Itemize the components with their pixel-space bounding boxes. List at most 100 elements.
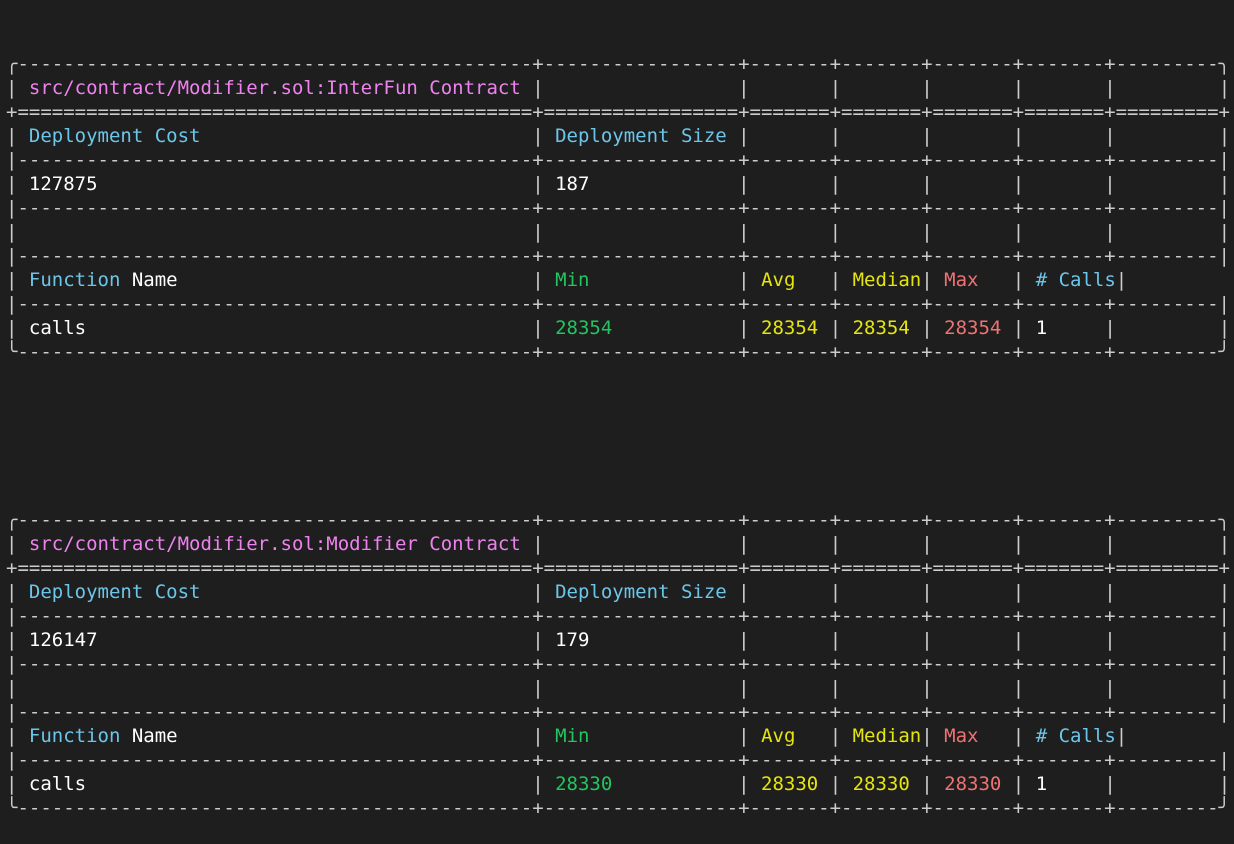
contract-title: src/contract/Modifier.sol:Modifier Contr… — [28, 533, 521, 555]
table-border — [853, 125, 922, 147]
calls-header: # Calls — [1035, 269, 1116, 291]
table-border — [120, 725, 131, 747]
gas-report-table: ╭---------------------------------------… — [6, 52, 1234, 364]
table-border: |---------------------------------------… — [6, 293, 1230, 315]
table-border: | — [829, 677, 853, 699]
table-border — [761, 581, 830, 603]
table-border: | — [1012, 269, 1036, 291]
table-border: | — [921, 677, 945, 699]
table-border: | — [532, 581, 556, 603]
table-border: | — [921, 125, 945, 147]
table-border: | — [1104, 125, 1128, 147]
table-border — [761, 629, 830, 651]
table-border: | — [6, 581, 29, 603]
function-name: calls — [28, 773, 87, 795]
title-row: | src/contract/Modifier.sol:Modifier Con… — [6, 532, 1234, 556]
table-border — [944, 677, 1013, 699]
table-border: ╭---------------------------------------… — [6, 509, 1230, 531]
table-border — [853, 173, 922, 195]
calls-header: # Calls — [1035, 725, 1116, 747]
table-border: | — [1012, 677, 1036, 699]
deployment-cost-header: Deployment Cost — [28, 125, 201, 147]
table-border: | — [532, 677, 556, 699]
min-header: Min — [555, 725, 590, 747]
table-border — [612, 317, 738, 339]
table-border — [761, 221, 830, 243]
table-border: | — [921, 269, 945, 291]
table-border: | — [1115, 725, 1139, 747]
table-border — [521, 533, 532, 555]
table-border: | — [738, 77, 762, 99]
table-border: | — [6, 629, 29, 651]
table-border: | — [738, 773, 762, 795]
deployment-size-header: Deployment Size — [555, 125, 727, 147]
table-border: |---------------------------------------… — [6, 245, 1230, 267]
table-border: | — [6, 77, 29, 99]
table-border: | — [829, 773, 853, 795]
deployment-header-row: | Deployment Cost | Deployment Size | | … — [6, 124, 1234, 148]
min-value: 28354 — [555, 317, 613, 339]
table-border — [944, 125, 1013, 147]
table-border — [727, 581, 738, 603]
table-border — [1036, 173, 1105, 195]
table-border — [727, 125, 738, 147]
table-border: |---------------------------------------… — [6, 749, 1230, 771]
table-border: | — [532, 533, 556, 555]
table-border: | — [1218, 317, 1231, 339]
table-border: | — [738, 173, 762, 195]
table-border: | — [532, 125, 556, 147]
deployment-value-row: | 127875 | 187 | | | | | | — [6, 172, 1234, 196]
table-border — [944, 533, 1013, 555]
table-border — [944, 173, 1013, 195]
table-border: | — [738, 725, 762, 747]
table-border: | — [1115, 269, 1139, 291]
table-border — [761, 677, 830, 699]
deployment-header-row: | Deployment Cost | Deployment Size | | … — [6, 580, 1234, 604]
table-border: | — [1104, 317, 1128, 339]
table-border — [1127, 125, 1219, 147]
table-border: | — [6, 533, 29, 555]
function-header: Function — [28, 725, 121, 747]
table-border — [853, 677, 922, 699]
table-border — [853, 629, 922, 651]
table-border — [29, 221, 532, 243]
table-border — [120, 269, 131, 291]
table-border: | — [6, 677, 29, 699]
table-border: | — [1218, 581, 1231, 603]
calls-value: 1 — [1035, 773, 1048, 795]
max-header: Max — [944, 269, 979, 291]
table-border: +=======================================… — [6, 101, 1230, 123]
table-border — [555, 221, 738, 243]
table-border: | — [6, 173, 29, 195]
table-border: ╰---------------------------------------… — [6, 341, 1230, 363]
table-border: | — [738, 125, 762, 147]
table-border: ╭---------------------------------------… — [6, 53, 1230, 75]
deployment-cost-header: Deployment Cost — [28, 581, 201, 603]
table-border: | — [6, 221, 29, 243]
table-border — [555, 677, 738, 699]
title-row: | src/contract/Modifier.sol:InterFun Con… — [6, 76, 1234, 100]
table-border — [612, 773, 738, 795]
table-border: |---------------------------------------… — [6, 653, 1230, 675]
table-border — [1036, 77, 1105, 99]
table-border: |---------------------------------------… — [6, 197, 1230, 219]
table-border: | — [1218, 677, 1231, 699]
table-border — [1036, 581, 1105, 603]
table-border: | — [1012, 533, 1036, 555]
table-border: | — [829, 725, 853, 747]
table-border — [200, 581, 532, 603]
table-border — [555, 533, 738, 555]
table-border: | — [1218, 173, 1231, 195]
median-value: 28354 — [852, 317, 910, 339]
table-border — [795, 269, 829, 291]
table-border — [944, 581, 1013, 603]
function-header-row: | Function Name | Min | Avg | Median| Ma… — [6, 268, 1234, 292]
table-border — [589, 725, 738, 747]
deployment-size-header: Deployment Size — [555, 581, 727, 603]
table-border: | — [1012, 221, 1036, 243]
table-border — [1127, 173, 1219, 195]
table-border — [1036, 677, 1105, 699]
table-border — [978, 269, 1012, 291]
table-border: | — [738, 317, 762, 339]
table-border: | — [829, 77, 853, 99]
